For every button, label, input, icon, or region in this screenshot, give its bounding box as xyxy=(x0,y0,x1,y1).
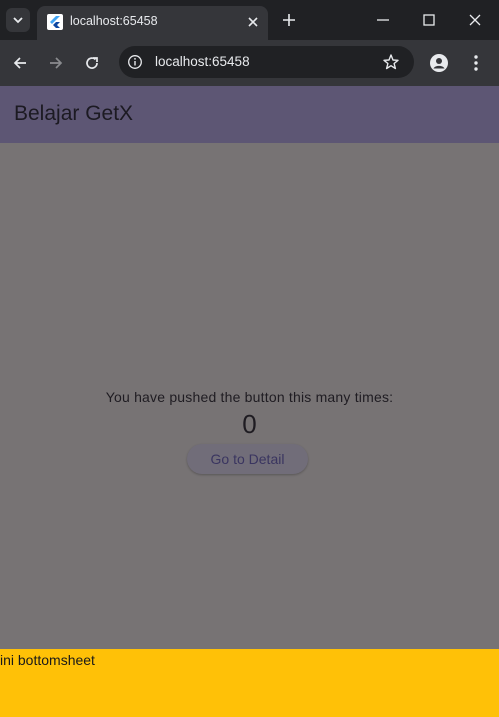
bottom-sheet-text: ini bottomsheet xyxy=(0,652,95,668)
window-close-icon[interactable] xyxy=(467,12,483,28)
browser-tab[interactable]: localhost:65458 xyxy=(37,6,268,40)
chevron-down-icon xyxy=(13,17,23,24)
app-bar: Belajar GetX xyxy=(0,86,499,143)
go-to-detail-button[interactable]: Go to Detail xyxy=(187,444,308,474)
tab-search-button[interactable] xyxy=(6,8,30,32)
address-bar[interactable]: localhost:65458 xyxy=(119,46,414,78)
modal-scrim[interactable]: You have pushed the button this many tim… xyxy=(0,143,499,649)
star-icon[interactable] xyxy=(382,53,400,71)
close-icon[interactable] xyxy=(246,15,260,29)
back-arrow-icon[interactable] xyxy=(10,53,30,73)
counter-value: 0 xyxy=(242,409,257,439)
more-vertical-icon[interactable] xyxy=(466,53,486,73)
flutter-favicon-icon xyxy=(47,14,63,30)
minimize-icon[interactable] xyxy=(375,12,391,28)
reload-icon[interactable] xyxy=(82,53,102,73)
browser-toolbar: localhost:65458 xyxy=(0,40,499,86)
url-text: localhost:65458 xyxy=(155,54,250,69)
profile-icon[interactable] xyxy=(429,53,449,73)
forward-arrow-icon[interactable] xyxy=(46,53,66,73)
maximize-icon[interactable] xyxy=(421,12,437,28)
bottom-sheet: ini bottomsheet xyxy=(0,649,499,717)
browser-tab-strip: localhost:65458 xyxy=(0,0,499,40)
plus-icon[interactable] xyxy=(280,11,298,29)
page-title: Belajar GetX xyxy=(14,102,134,125)
tab-title: localhost:65458 xyxy=(70,14,158,28)
site-info-icon[interactable] xyxy=(127,54,143,70)
counter-label: You have pushed the button this many tim… xyxy=(105,389,394,405)
